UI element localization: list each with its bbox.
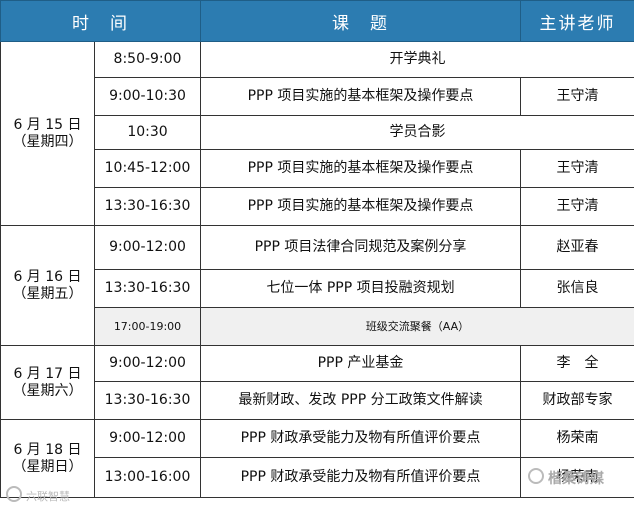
weekday-label: （星期四）: [12, 133, 83, 150]
table-row: 9:00-10:30 PPP 项目实施的基本框架及操作要点 王守清: [1, 77, 634, 116]
table-row: 17:00-19:00 班级交流聚餐（AA）: [1, 307, 634, 346]
table-row: 13:30-16:30 PPP 项目实施的基本框架及操作要点 王守清: [1, 187, 634, 226]
table-row: 6 月 16 日 （星期五） 9:00-12:00 PPP 项目法律合同规范及案…: [0, 225, 634, 346]
time-cell: 9:00-12:00: [94, 225, 201, 270]
topic-cell: PPP 财政承受能力及物有所值评价要点: [200, 419, 521, 458]
date-cell: 6 月 17 日 （星期六）: [0, 345, 95, 420]
topic-cell: 学员合影: [200, 115, 634, 150]
topic-cell: 七位一体 PPP 项目投融资规划: [200, 269, 521, 308]
topic-cell: PPP 项目法律合同规范及案例分享: [200, 225, 521, 270]
topic-cell: 最新财政、发改 PPP 分工政策文件解读: [200, 381, 521, 420]
time-cell: 13:00-16:00: [94, 457, 201, 498]
topic-cell: PPP 财政承受能力及物有所值评价要点: [200, 457, 521, 498]
table-row: 6 月 15 日 （星期四） 8:50-9:00 开学典礼: [0, 41, 634, 226]
date-label: 6 月 16 日: [13, 268, 82, 285]
table-row: 6 月 17 日 （星期六） 9:00-12:00 PPP 产业基金 李 全: [0, 345, 634, 420]
date-cell: 6 月 16 日 （星期五）: [0, 225, 95, 346]
topic-cell: 班级交流聚餐（AA）: [200, 307, 634, 346]
topic-cell: PPP 项目实施的基本框架及操作要点: [200, 77, 521, 116]
date-label: 6 月 17 日: [13, 365, 82, 382]
time-cell: 17:00-19:00: [94, 307, 201, 346]
topic-cell: 开学典礼: [200, 41, 634, 78]
table-row: 10:45-12:00 PPP 项目实施的基本框架及操作要点 王守清: [1, 149, 634, 188]
header-row: 时 间 课 题 主讲老师: [0, 0, 634, 42]
date-cell: 6 月 15 日 （星期四）: [0, 41, 95, 226]
topic-cell: PPP 产业基金: [200, 345, 521, 382]
time-cell: 9:00-12:00: [94, 419, 201, 458]
table-row: 6 月 18 日 （星期日） 9:00-12:00 PPP 财政承受能力及物有所…: [0, 419, 634, 498]
time-cell: 10:45-12:00: [94, 149, 201, 188]
time-cell: 9:00-12:00: [94, 345, 201, 382]
teacher-cell: 财政部专家: [520, 381, 634, 420]
teacher-cell: 王守清: [520, 77, 634, 116]
time-cell: 13:30-16:30: [94, 381, 201, 420]
header-teacher: 主讲老师: [520, 0, 634, 42]
teacher-cell: 王守清: [520, 187, 634, 226]
teacher-cell: 赵亚春: [520, 225, 634, 270]
teacher-cell: 张信良: [520, 269, 634, 308]
header-time: 时 间: [0, 0, 201, 42]
watermark-chat-icon: [528, 468, 544, 484]
topic-cell: PPP 项目实施的基本框架及操作要点: [200, 149, 521, 188]
date-label: 6 月 15 日: [13, 116, 82, 133]
weekday-label: （星期日）: [12, 458, 83, 475]
header-topic: 课 题: [200, 0, 521, 42]
topic-cell: PPP 项目实施的基本框架及操作要点: [200, 187, 521, 226]
time-cell: 13:30-16:30: [94, 187, 201, 226]
schedule-table: 时 间 课 题 主讲老师 6 月 15 日 （星期四） 8:50-9:00 开学…: [0, 0, 634, 498]
teacher-cell: 杨荣南: [520, 419, 634, 458]
time-cell: 9:00-10:30: [94, 77, 201, 116]
time-cell: 8:50-9:00: [94, 41, 201, 78]
weekday-label: （星期六）: [12, 382, 83, 399]
table-row: 10:30 学员合影: [1, 115, 634, 150]
teacher-cell: 王守清: [520, 149, 634, 188]
table-row: 13:30-16:30 最新财政、发改 PPP 分工政策文件解读 财政部专家: [1, 381, 634, 420]
weekday-label: （星期五）: [12, 285, 83, 302]
time-cell: 13:30-16:30: [94, 269, 201, 308]
date-label: 6 月 18 日: [13, 441, 82, 458]
watermark-logo-icon: [6, 486, 22, 502]
table-row: 13:30-16:30 七位一体 PPP 项目投融资规划 张信良: [1, 269, 634, 308]
watermark-left: 六联智慧: [26, 490, 70, 503]
watermark-right: 楷桑铸媒: [548, 471, 604, 487]
time-cell: 10:30: [94, 115, 201, 150]
teacher-cell: 李 全: [520, 345, 634, 382]
